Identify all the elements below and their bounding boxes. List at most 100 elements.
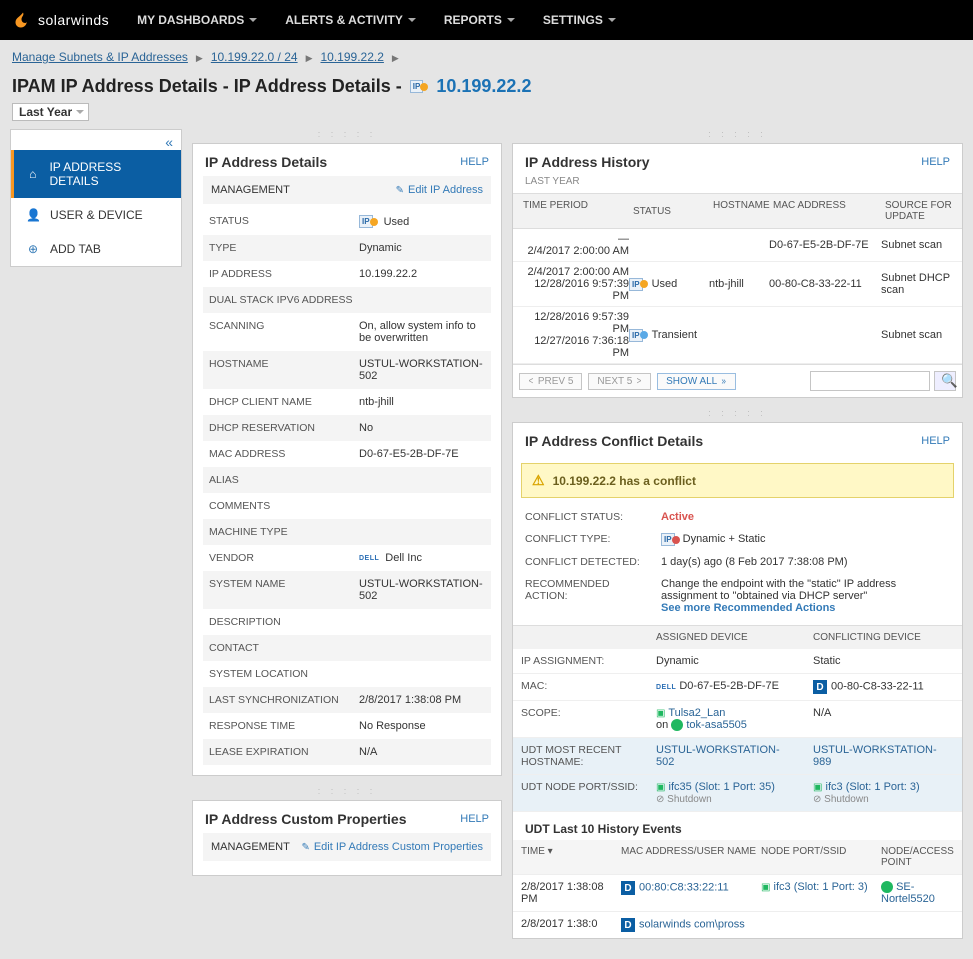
detail-row: LAST SYNCHRONIZATION2/8/2017 1:38:08 PM — [203, 687, 491, 713]
detail-row: IP ADDRESS10.199.22.2 — [203, 261, 491, 287]
drag-handle-icon[interactable]: : : : : : — [512, 408, 963, 418]
card-title: IP Address History — [525, 154, 650, 170]
conflict-type-value: IP Dynamic + Static — [661, 533, 950, 546]
chevron-right-icon: ▶ — [196, 53, 203, 63]
nav-item-settings[interactable]: SETTINGS — [529, 1, 630, 39]
recommended-actions-link[interactable]: See more Recommended Actions — [661, 602, 835, 614]
edit-custom-props-link[interactable]: ✎ Edit IP Address Custom Properties — [301, 841, 483, 853]
event-port-link[interactable]: ifc3 (Slot: 1 Port: 3) — [774, 881, 868, 893]
sort-desc-icon: ▾ — [548, 846, 553, 857]
collapse-sidebar-button[interactable]: « — [11, 130, 181, 150]
help-link[interactable]: HELP — [460, 813, 489, 825]
nav-item-alerts[interactable]: ALERTS & ACTIVITY — [271, 1, 430, 39]
flame-icon — [14, 11, 32, 29]
breadcrumb-link[interactable]: Manage Subnets & IP Addresses — [12, 50, 188, 64]
event-row: 2/8/2017 1:38:0Dsolarwinds com\pross — [513, 911, 962, 938]
conflict-status-value: Active — [661, 511, 950, 523]
event-mac-link[interactable]: 00:80:C8:33:22:11 — [639, 882, 729, 894]
card-subtitle: LAST YEAR — [513, 176, 962, 193]
caret-down-icon — [507, 18, 515, 22]
conflict-hostname-link[interactable]: USTUL-WORKSTATION-989 — [813, 744, 937, 768]
detail-row: TYPEDynamic — [203, 235, 491, 261]
port-icon: ▣ — [761, 882, 770, 893]
assigned-port-link[interactable]: ifc35 (Slot: 1 Port: 35) — [669, 781, 775, 793]
detail-row: VENDORDELLDell Inc — [203, 545, 491, 571]
caret-down-icon — [408, 18, 416, 22]
management-row: MANAGEMENT ✎ Edit IP Address Custom Prop… — [203, 833, 491, 861]
nav-item-reports[interactable]: REPORTS — [430, 1, 529, 39]
warning-icon: ⚠ — [532, 472, 545, 489]
ip-address-details-card: IP Address Details HELP MANAGEMENT ✎ Edi… — [192, 143, 502, 776]
node-up-icon — [881, 881, 893, 893]
node-up-icon — [671, 719, 683, 731]
d-box-icon: D — [621, 918, 635, 932]
detail-row: HOSTNAMEUSTUL-WORKSTATION-502 — [203, 351, 491, 389]
sidebar-item-label: ADD TAB — [50, 242, 101, 256]
conflict-port-link[interactable]: ifc3 (Slot: 1 Port: 3) — [826, 781, 920, 793]
detail-row: RESPONSE TIMENo Response — [203, 713, 491, 739]
history-row: —2/4/2017 2:00:00 AMD0-67-E5-2B-DF-7ESub… — [513, 229, 962, 262]
page-title-block: IPAM IP Address Details - IP Address Det… — [0, 64, 973, 129]
caret-down-icon — [76, 110, 84, 114]
breadcrumb-link[interactable]: 10.199.22.0 / 24 — [211, 50, 298, 64]
detail-row: SYSTEM NAMEUSTUL-WORKSTATION-502 — [203, 571, 491, 609]
drag-handle-icon[interactable]: : : : : : — [192, 786, 502, 796]
event-row: 2/8/2017 1:38:08 PMD00:80:C8:33:22:11▣ i… — [513, 874, 962, 911]
detail-row: DHCP CLIENT NAMEntb-jhill — [203, 389, 491, 415]
node-link[interactable]: tok-asa5505 — [686, 719, 747, 731]
brand-label: solarwinds — [38, 12, 109, 28]
ip-custom-properties-card: IP Address Custom Properties HELP MANAGE… — [192, 800, 502, 876]
detail-row: DESCRIPTION — [203, 609, 491, 635]
d-box-icon: D — [621, 881, 635, 895]
sidebar-item-add-tab[interactable]: ⊕ADD TAB — [11, 232, 181, 266]
time-filter-dropdown[interactable]: Last Year — [12, 103, 89, 121]
scope-link[interactable]: Tulsa2_Lan — [668, 707, 725, 719]
user-icon: 👤 — [26, 208, 40, 222]
detail-row: SYSTEM LOCATION — [203, 661, 491, 687]
card-title: IP Address Conflict Details — [525, 433, 703, 449]
detail-row: MACHINE TYPE — [203, 519, 491, 545]
sidebar-item-user-device[interactable]: 👤USER & DEVICE — [11, 198, 181, 232]
dell-logo-icon: DELL — [656, 684, 676, 691]
assigned-hostname-link[interactable]: USTUL-WORKSTATION-502 — [656, 744, 780, 768]
breadcrumb-link[interactable]: 10.199.22.2 — [321, 50, 384, 64]
management-label: MANAGEMENT — [211, 841, 290, 853]
show-all-button[interactable]: SHOW ALL » — [657, 373, 736, 390]
detail-row: DHCP RESERVATIONNo — [203, 415, 491, 441]
edit-ip-address-link[interactable]: ✎ Edit IP Address — [396, 184, 483, 196]
chevron-right-icon: ▶ — [392, 53, 399, 63]
card-title: IP Address Details — [205, 154, 327, 170]
port-icon: ▣ — [813, 782, 822, 793]
time-filter-label: Last Year — [19, 105, 72, 119]
drag-handle-icon[interactable]: : : : : : — [512, 129, 963, 139]
help-link[interactable]: HELP — [460, 156, 489, 168]
sidebar-item-ip-details[interactable]: ⌂IP ADDRESS DETAILS — [11, 150, 181, 198]
drag-handle-icon[interactable]: : : : : : — [192, 129, 502, 139]
card-title: IP Address Custom Properties — [205, 811, 407, 827]
page-title-ip: 10.199.22.2 — [436, 76, 531, 97]
breadcrumb: Manage Subnets & IP Addresses ▶ 10.199.22.… — [0, 40, 973, 64]
conflict-alert: ⚠ 10.199.22.2 has a conflict — [521, 463, 954, 498]
caret-down-icon — [249, 18, 257, 22]
pencil-icon: ✎ — [396, 185, 404, 196]
history-search-button[interactable]: 🔍 — [934, 371, 956, 391]
next-page-button[interactable]: NEXT 5> — [588, 373, 651, 390]
scope-icon: ▣ — [656, 708, 665, 719]
d-box-icon: D — [813, 680, 827, 694]
ip-used-icon: IP — [359, 215, 378, 228]
detail-row: MAC ADDRESSD0-67-E5-2B-DF-7E — [203, 441, 491, 467]
detail-row: LEASE EXPIRATIONN/A — [203, 739, 491, 765]
sidebar-item-label: IP ADDRESS DETAILS — [49, 160, 169, 188]
help-link[interactable]: HELP — [921, 435, 950, 447]
detail-row: DUAL STACK IPV6 ADDRESS — [203, 287, 491, 313]
brand[interactable]: solarwinds — [14, 11, 109, 29]
history-search-input[interactable] — [810, 371, 930, 391]
prev-page-button[interactable]: <PREV 5 — [519, 373, 582, 390]
ip-conflict-card: IP Address Conflict Details HELP ⚠ 10.19… — [512, 422, 963, 939]
top-navbar: solarwinds MY DASHBOARDSALERTS & ACTIVIT… — [0, 0, 973, 40]
nav-item-dashboards[interactable]: MY DASHBOARDS — [123, 1, 271, 39]
event-mac-link[interactable]: solarwinds com\pross — [639, 919, 745, 931]
page-title-prefix: IPAM IP Address Details - IP Address Det… — [12, 76, 402, 97]
help-link[interactable]: HELP — [921, 156, 950, 168]
history-row: 12/28/2016 9:57:39 PM12/27/2016 7:36:18 … — [513, 307, 962, 364]
